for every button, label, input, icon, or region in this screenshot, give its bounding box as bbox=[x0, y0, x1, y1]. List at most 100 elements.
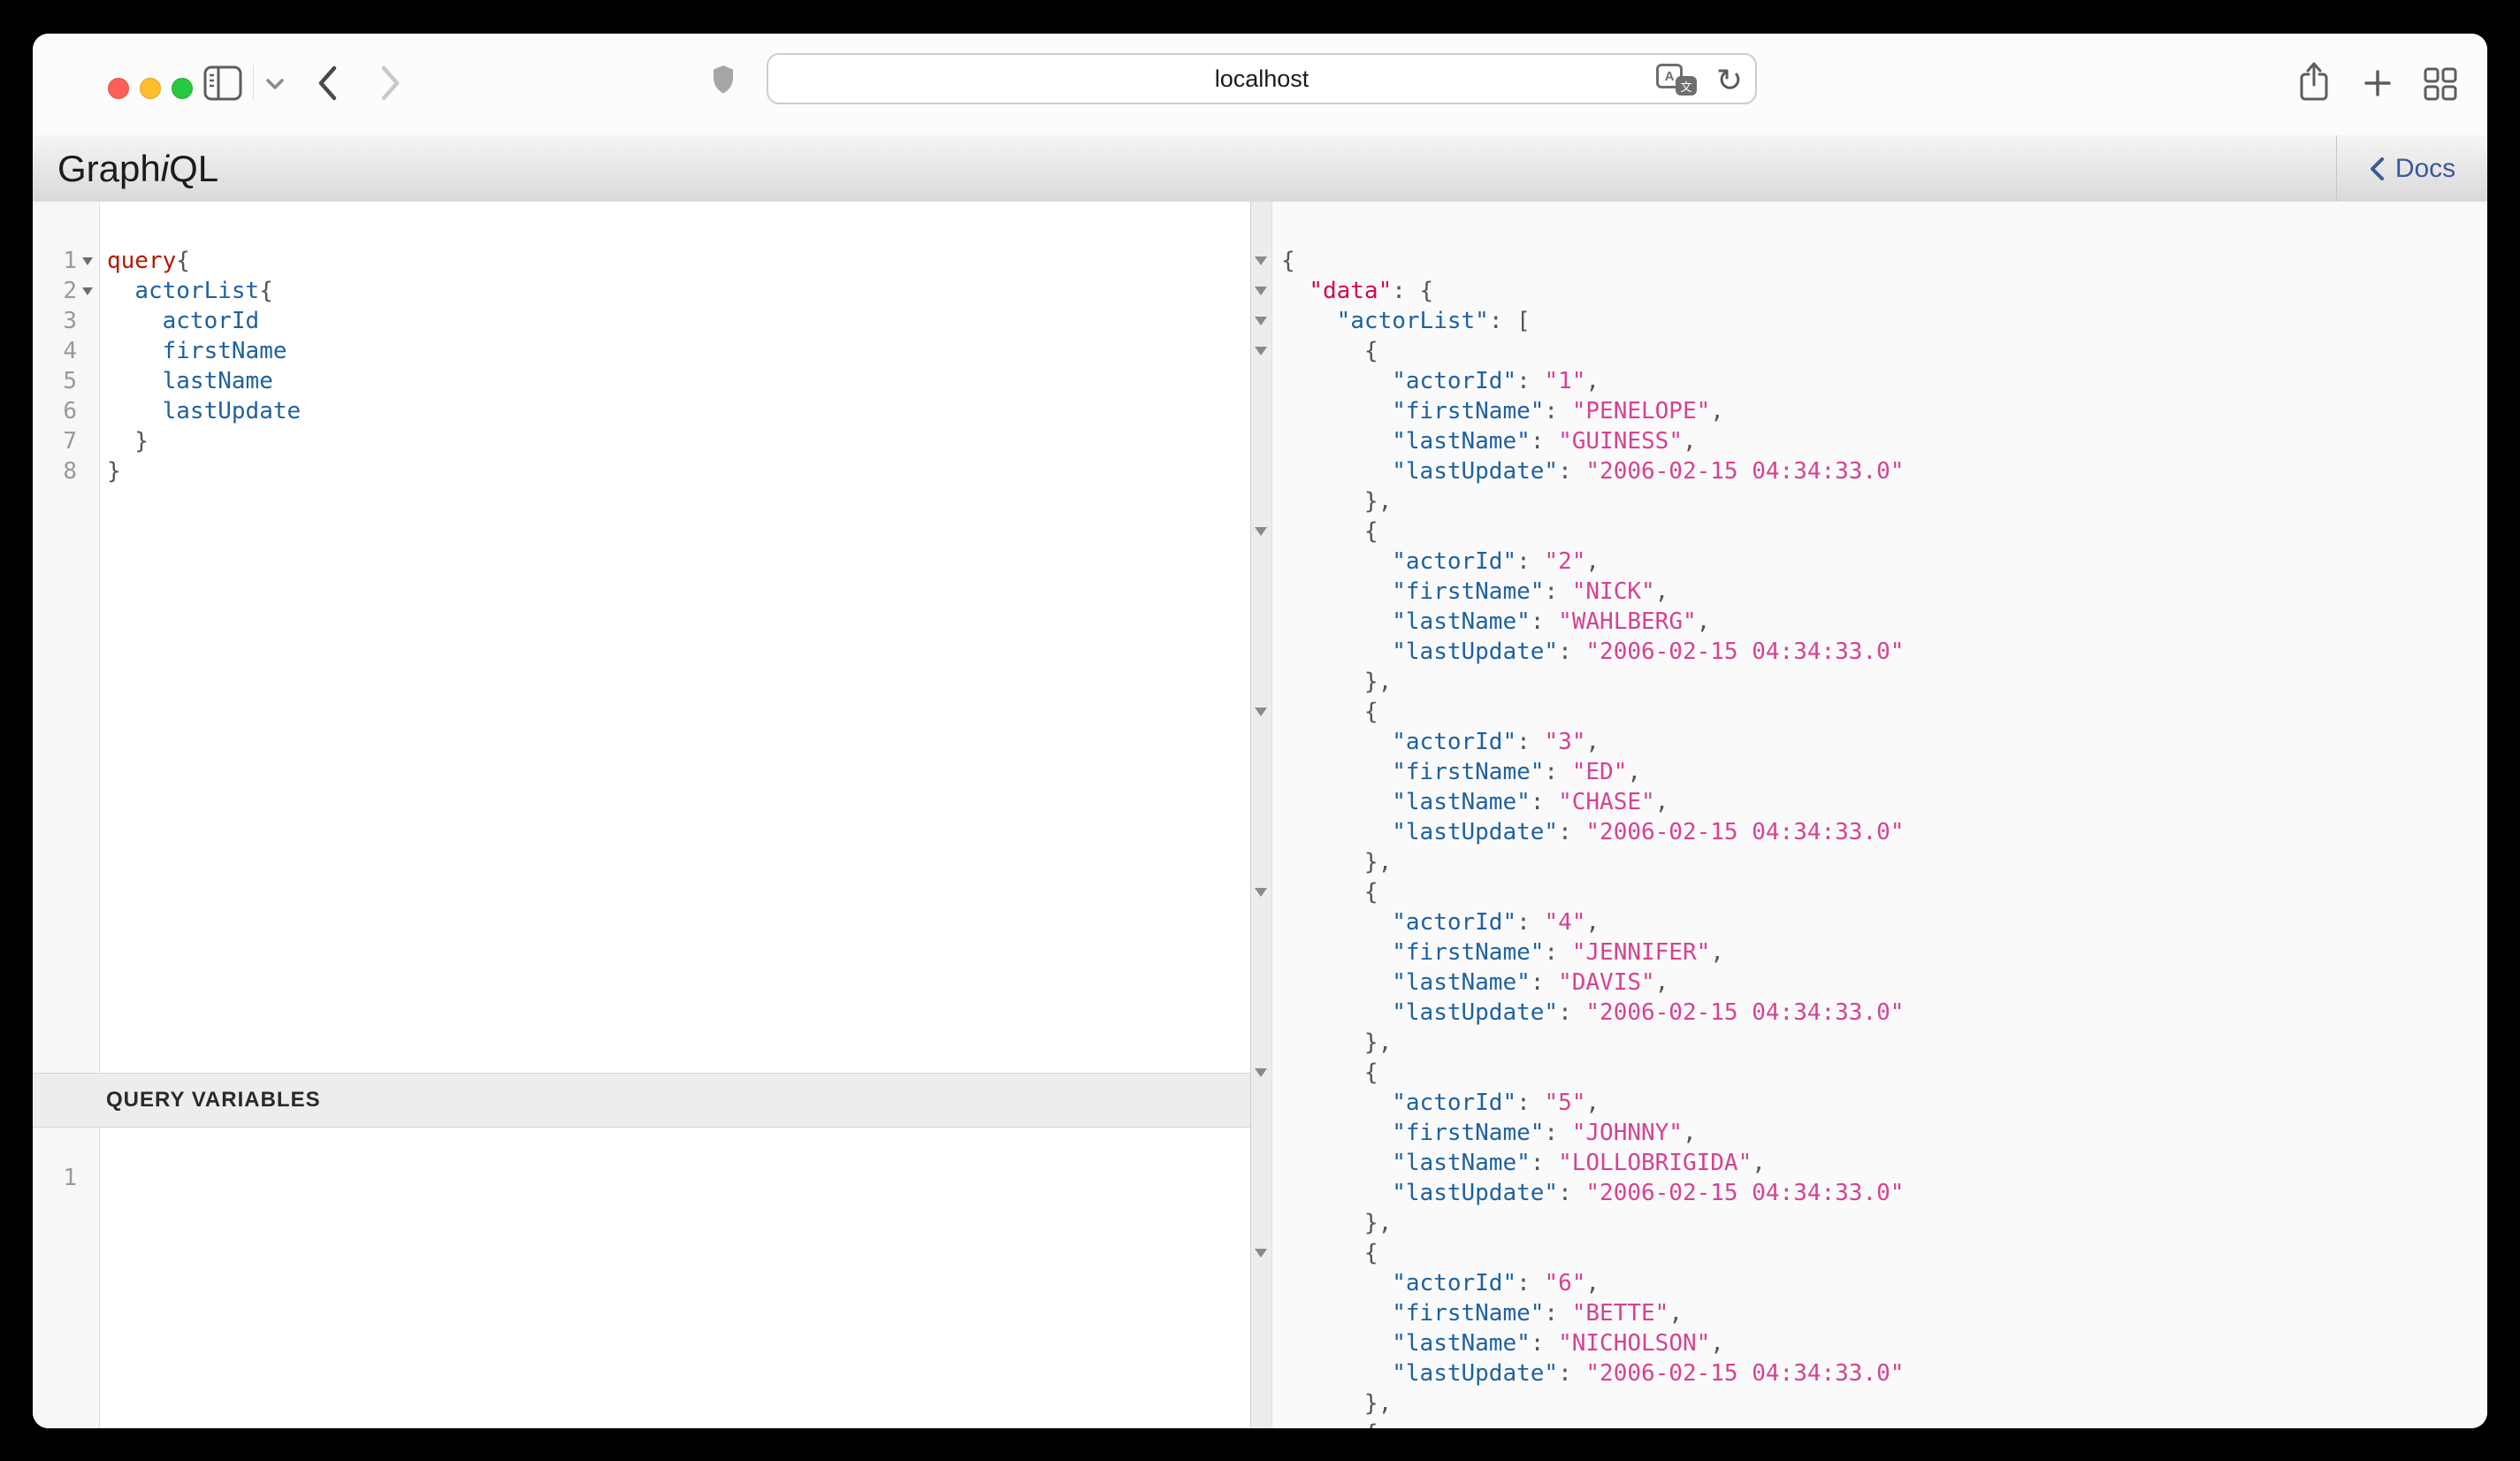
code-line: { bbox=[1281, 877, 2487, 907]
new-tab-icon[interactable] bbox=[2363, 69, 2392, 102]
graphiql-toolbar: GraphiQL Prettify Merge Copy History Doc… bbox=[33, 135, 2487, 203]
fold-arrow-icon[interactable] bbox=[1255, 1068, 1267, 1077]
code-line: "firstName": "BETTE", bbox=[1281, 1298, 2487, 1328]
fold-arrow-icon[interactable] bbox=[1255, 317, 1267, 325]
query-editor[interactable]: 12345678 query{ actorList{ actorId first… bbox=[33, 202, 1250, 1073]
code-line: { bbox=[1281, 516, 2487, 547]
line-number: 6 bbox=[33, 396, 77, 426]
code-line: "lastName": "NICHOLSON", bbox=[1281, 1328, 2487, 1358]
line-number: 7 bbox=[33, 426, 77, 456]
code-line: }, bbox=[1281, 667, 2487, 697]
code-line: "actorId": "6", bbox=[1281, 1268, 2487, 1298]
code-line: "actorId": "2", bbox=[1281, 547, 2487, 577]
code-line: }, bbox=[1281, 1388, 2487, 1419]
share-icon[interactable] bbox=[2298, 60, 2330, 107]
line-number: 3 bbox=[33, 306, 77, 336]
code-line: }, bbox=[1281, 847, 2487, 877]
result-pane: { "data": { "actorList": [ { "actorId": … bbox=[1251, 202, 2487, 1428]
reload-icon[interactable]: ↻ bbox=[1716, 59, 1743, 102]
code-line: firstName bbox=[107, 336, 1250, 366]
fold-arrow-icon[interactable] bbox=[1255, 708, 1267, 716]
variables-editor[interactable]: 1 bbox=[33, 1128, 1250, 1428]
forward-button[interactable] bbox=[379, 64, 402, 107]
code-line: }, bbox=[1281, 1028, 2487, 1058]
code-line: "firstName": "ED", bbox=[1281, 757, 2487, 787]
code-line: "lastUpdate": "2006-02-15 04:34:33.0" bbox=[1281, 1178, 2487, 1208]
query-variables-header[interactable]: QUERY VARIABLES bbox=[33, 1073, 1250, 1128]
code-line: } bbox=[107, 426, 1250, 456]
code-line: } bbox=[107, 456, 1250, 486]
code-line: }, bbox=[1281, 486, 2487, 516]
docs-label: Docs bbox=[2395, 154, 2455, 184]
code-line: "lastName": "GUINESS", bbox=[1281, 426, 2487, 456]
chevron-left-icon bbox=[2369, 157, 2385, 181]
code-line: "actorList": [ bbox=[1281, 306, 2487, 336]
code-line: "lastName": "DAVIS", bbox=[1281, 968, 2487, 998]
code-line: "lastUpdate": "2006-02-15 04:34:33.0" bbox=[1281, 637, 2487, 667]
code-line: "lastName": "LOLLOBRIGIDA", bbox=[1281, 1148, 2487, 1178]
graphiql-content: 12345678 query{ actorList{ actorId first… bbox=[33, 202, 2487, 1428]
fold-arrow-icon[interactable] bbox=[82, 257, 93, 265]
line-number: 1 bbox=[33, 1163, 77, 1193]
fold-arrow-icon[interactable] bbox=[1255, 1249, 1267, 1258]
code-line: "actorId": "4", bbox=[1281, 907, 2487, 937]
privacy-shield-icon[interactable] bbox=[712, 64, 735, 100]
query-code[interactable]: query{ actorList{ actorId firstName last… bbox=[101, 202, 1250, 1073]
fold-arrow-icon[interactable] bbox=[82, 287, 93, 295]
line-number: 8 bbox=[33, 456, 77, 486]
line-number: 1 bbox=[33, 246, 77, 276]
query-pane: 12345678 query{ actorList{ actorId first… bbox=[33, 202, 1251, 1428]
sidebar-toggle-icon[interactable] bbox=[203, 65, 242, 105]
line-number: 5 bbox=[33, 366, 77, 396]
fold-arrow-icon[interactable] bbox=[1255, 256, 1267, 265]
editor-gutter: 12345678 bbox=[33, 202, 100, 1073]
fold-arrow-icon[interactable] bbox=[1255, 287, 1267, 295]
safari-window: localhost A 文 ↻ bbox=[33, 34, 2487, 1428]
code-line: "data": { bbox=[1281, 276, 2487, 306]
variables-line-numbers: 1 bbox=[33, 1163, 77, 1193]
minimize-window-button[interactable] bbox=[140, 78, 161, 99]
code-line: { bbox=[1281, 697, 2487, 727]
graphiql-logo: GraphiQL bbox=[57, 148, 218, 190]
code-line: { bbox=[1281, 1238, 2487, 1268]
address-bar-url: localhost bbox=[768, 55, 1755, 103]
line-number: 2 bbox=[33, 276, 77, 306]
code-line: { bbox=[1281, 1419, 2487, 1428]
code-line: query{ bbox=[107, 246, 1250, 276]
code-line: "lastUpdate": "2006-02-15 04:34:33.0" bbox=[1281, 998, 2487, 1028]
fold-arrow-icon[interactable] bbox=[1255, 888, 1267, 897]
query-variables-title: QUERY VARIABLES bbox=[106, 1088, 321, 1113]
code-line: "firstName": "JENNIFER", bbox=[1281, 937, 2487, 968]
code-line: }, bbox=[1281, 1208, 2487, 1238]
code-line: "lastName": "WAHLBERG", bbox=[1281, 607, 2487, 637]
code-line: "actorId": "3", bbox=[1281, 727, 2487, 757]
translate-icon[interactable]: A 文 bbox=[1656, 64, 1697, 96]
editor-line-numbers: 12345678 bbox=[33, 246, 77, 486]
fold-arrow-icon[interactable] bbox=[1255, 347, 1267, 356]
code-line: actorList{ bbox=[107, 276, 1250, 306]
tab-overview-icon[interactable] bbox=[2424, 67, 2457, 105]
address-bar[interactable]: localhost A 文 ↻ bbox=[767, 53, 1757, 104]
result-viewer: { "data": { "actorList": [ { "actorId": … bbox=[1273, 202, 2487, 1428]
docs-toggle[interactable]: Docs bbox=[2336, 135, 2487, 202]
chevron-down-icon[interactable] bbox=[264, 78, 286, 95]
fold-arrow-icon[interactable] bbox=[1255, 527, 1267, 536]
back-button[interactable] bbox=[316, 64, 339, 107]
zoom-window-button[interactable] bbox=[172, 78, 193, 99]
code-line: "firstName": "JOHNNY", bbox=[1281, 1118, 2487, 1148]
code-line: { bbox=[1281, 1058, 2487, 1088]
code-line: "actorId": "5", bbox=[1281, 1088, 2487, 1118]
code-line: { bbox=[1281, 246, 2487, 276]
toolbar-divider bbox=[253, 65, 254, 101]
code-line: lastUpdate bbox=[107, 396, 1250, 426]
code-line: "lastUpdate": "2006-02-15 04:34:33.0" bbox=[1281, 1358, 2487, 1388]
code-line: "lastUpdate": "2006-02-15 04:34:33.0" bbox=[1281, 817, 2487, 847]
result-fold-gutter bbox=[1251, 202, 1272, 1428]
code-line: "firstName": "PENELOPE", bbox=[1281, 396, 2487, 426]
browser-toolbar: localhost A 文 ↻ bbox=[33, 34, 2487, 135]
close-window-button[interactable] bbox=[108, 78, 129, 99]
code-line: { bbox=[1281, 336, 2487, 366]
code-line: "lastUpdate": "2006-02-15 04:34:33.0" bbox=[1281, 456, 2487, 486]
line-number: 4 bbox=[33, 336, 77, 366]
code-line: "actorId": "1", bbox=[1281, 366, 2487, 396]
